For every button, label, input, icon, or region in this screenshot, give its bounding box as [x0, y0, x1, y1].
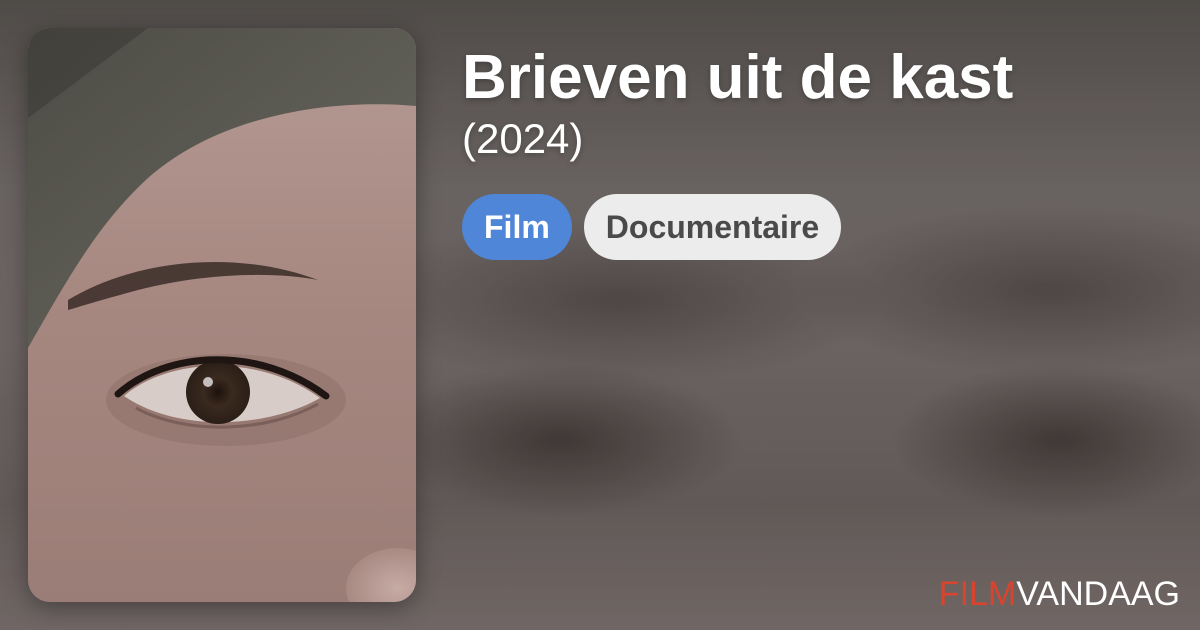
filmvandaag-logo[interactable]: FILMVANDAAG [939, 574, 1180, 614]
logo-text-film: FILM [938, 575, 1017, 613]
poster-image[interactable] [28, 28, 416, 602]
tag-list: Film Documentaire [462, 194, 1182, 260]
movie-info: Brieven uit de kast (2024) Film Document… [462, 44, 1182, 260]
tag-genre-documentaire[interactable]: Documentaire [583, 194, 842, 260]
movie-year: (2024) [462, 115, 584, 162]
tag-film[interactable]: Film [462, 194, 572, 260]
logo-text-vandaag: VANDAAG [1016, 575, 1180, 613]
movie-title[interactable]: Brieven uit de kast [462, 44, 1182, 112]
poster-illustration [28, 28, 416, 602]
